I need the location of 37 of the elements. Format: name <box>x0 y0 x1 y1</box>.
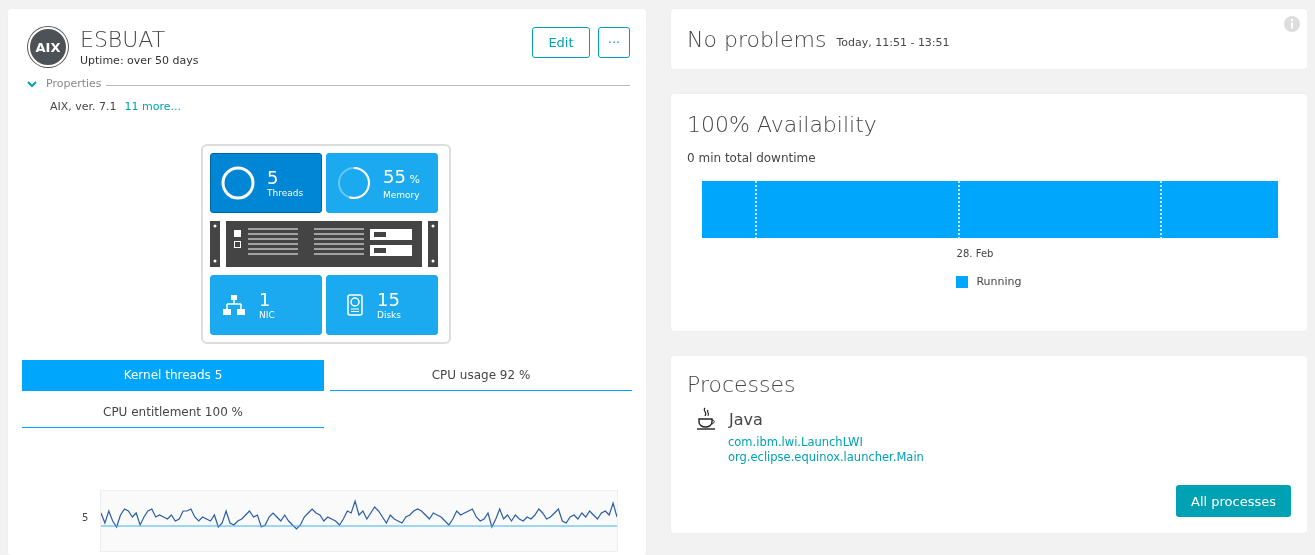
properties-title: Properties <box>46 77 102 90</box>
network-icon <box>223 295 245 315</box>
process-link[interactable]: com.ibm.lwi.LaunchLWI <box>728 435 1291 449</box>
more-button[interactable]: ··· <box>598 27 630 58</box>
metric-tab[interactable]: Kernel threads 5 <box>22 360 324 391</box>
metric-tile[interactable]: 55 % Memory <box>326 153 438 213</box>
legend-label: Running <box>976 275 1022 288</box>
metric-tile[interactable]: 15 Disks <box>326 275 438 335</box>
more-link[interactable]: 11 more... <box>124 100 182 113</box>
process-group-name: Java <box>729 409 763 429</box>
tile-label: Threads <box>267 188 304 198</box>
host-name: ESBUAT <box>80 27 167 52</box>
tile-label: NIC <box>259 310 275 320</box>
metric-tile[interactable]: 1 NIC <box>210 275 322 335</box>
metric-tile[interactable]: 5 Threads <box>210 153 322 213</box>
tile-value: 55 % <box>383 166 420 189</box>
process-link[interactable]: org.eclipse.equinox.launcher.Main <box>728 450 1291 464</box>
availability-title: 100% Availability <box>687 112 877 137</box>
tile-value: 1 <box>259 290 272 310</box>
date-label: 28. Feb <box>955 248 995 259</box>
tile-value: 15 <box>377 290 401 310</box>
tile-label: Memory <box>383 189 420 200</box>
tile-value: 5 <box>267 168 280 188</box>
processes-title: Processes <box>687 372 797 397</box>
circle-icon <box>221 166 255 200</box>
timeframe-text: Today, 11:51 - 13:51 <box>836 35 950 49</box>
problems-title: No problems <box>687 26 827 52</box>
all-processes-button[interactable]: All processes <box>1176 485 1291 517</box>
chevron-icon[interactable] <box>26 79 38 88</box>
os-logo: AIX <box>28 27 68 67</box>
os-version-text: AIX, ver. 7.1 <box>50 100 117 113</box>
coffee-cup-icon <box>695 407 717 431</box>
tile-label: Disks <box>377 310 402 320</box>
downtime-text: 0 min total downtime <box>687 151 817 165</box>
edit-button[interactable]: Edit <box>532 27 590 58</box>
uptime-text: Uptime: over 50 days <box>80 54 199 67</box>
axis-label: 5 <box>82 512 89 523</box>
